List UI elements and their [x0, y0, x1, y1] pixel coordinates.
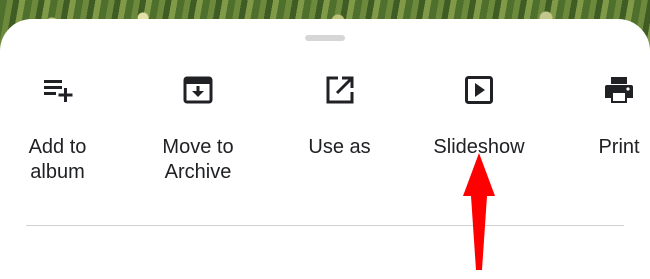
slideshow-icon: [465, 76, 493, 104]
print-label: Print: [598, 136, 640, 158]
move-to-archive-button[interactable]: Move to Archive: [148, 19, 248, 204]
use-as-label: Use as: [308, 136, 371, 158]
print-button[interactable]: Print: [580, 19, 650, 204]
add-to-album-button[interactable]: Add to album: [10, 19, 105, 204]
move-to-archive-label: Move to Archive: [162, 136, 234, 183]
open-in-new-icon: [326, 76, 353, 104]
divider: [26, 225, 624, 226]
bottom-sheet: Add to album Move to Archive Use as Slid…: [0, 19, 650, 279]
playlist-add-icon: [43, 80, 72, 102]
print-icon: [605, 77, 633, 103]
use-as-button[interactable]: Use as: [292, 19, 387, 204]
slideshow-button[interactable]: Slideshow: [420, 19, 538, 204]
archive-icon: [183, 76, 213, 104]
add-to-album-label: Add to album: [28, 136, 87, 183]
slideshow-label: Slideshow: [433, 136, 525, 158]
